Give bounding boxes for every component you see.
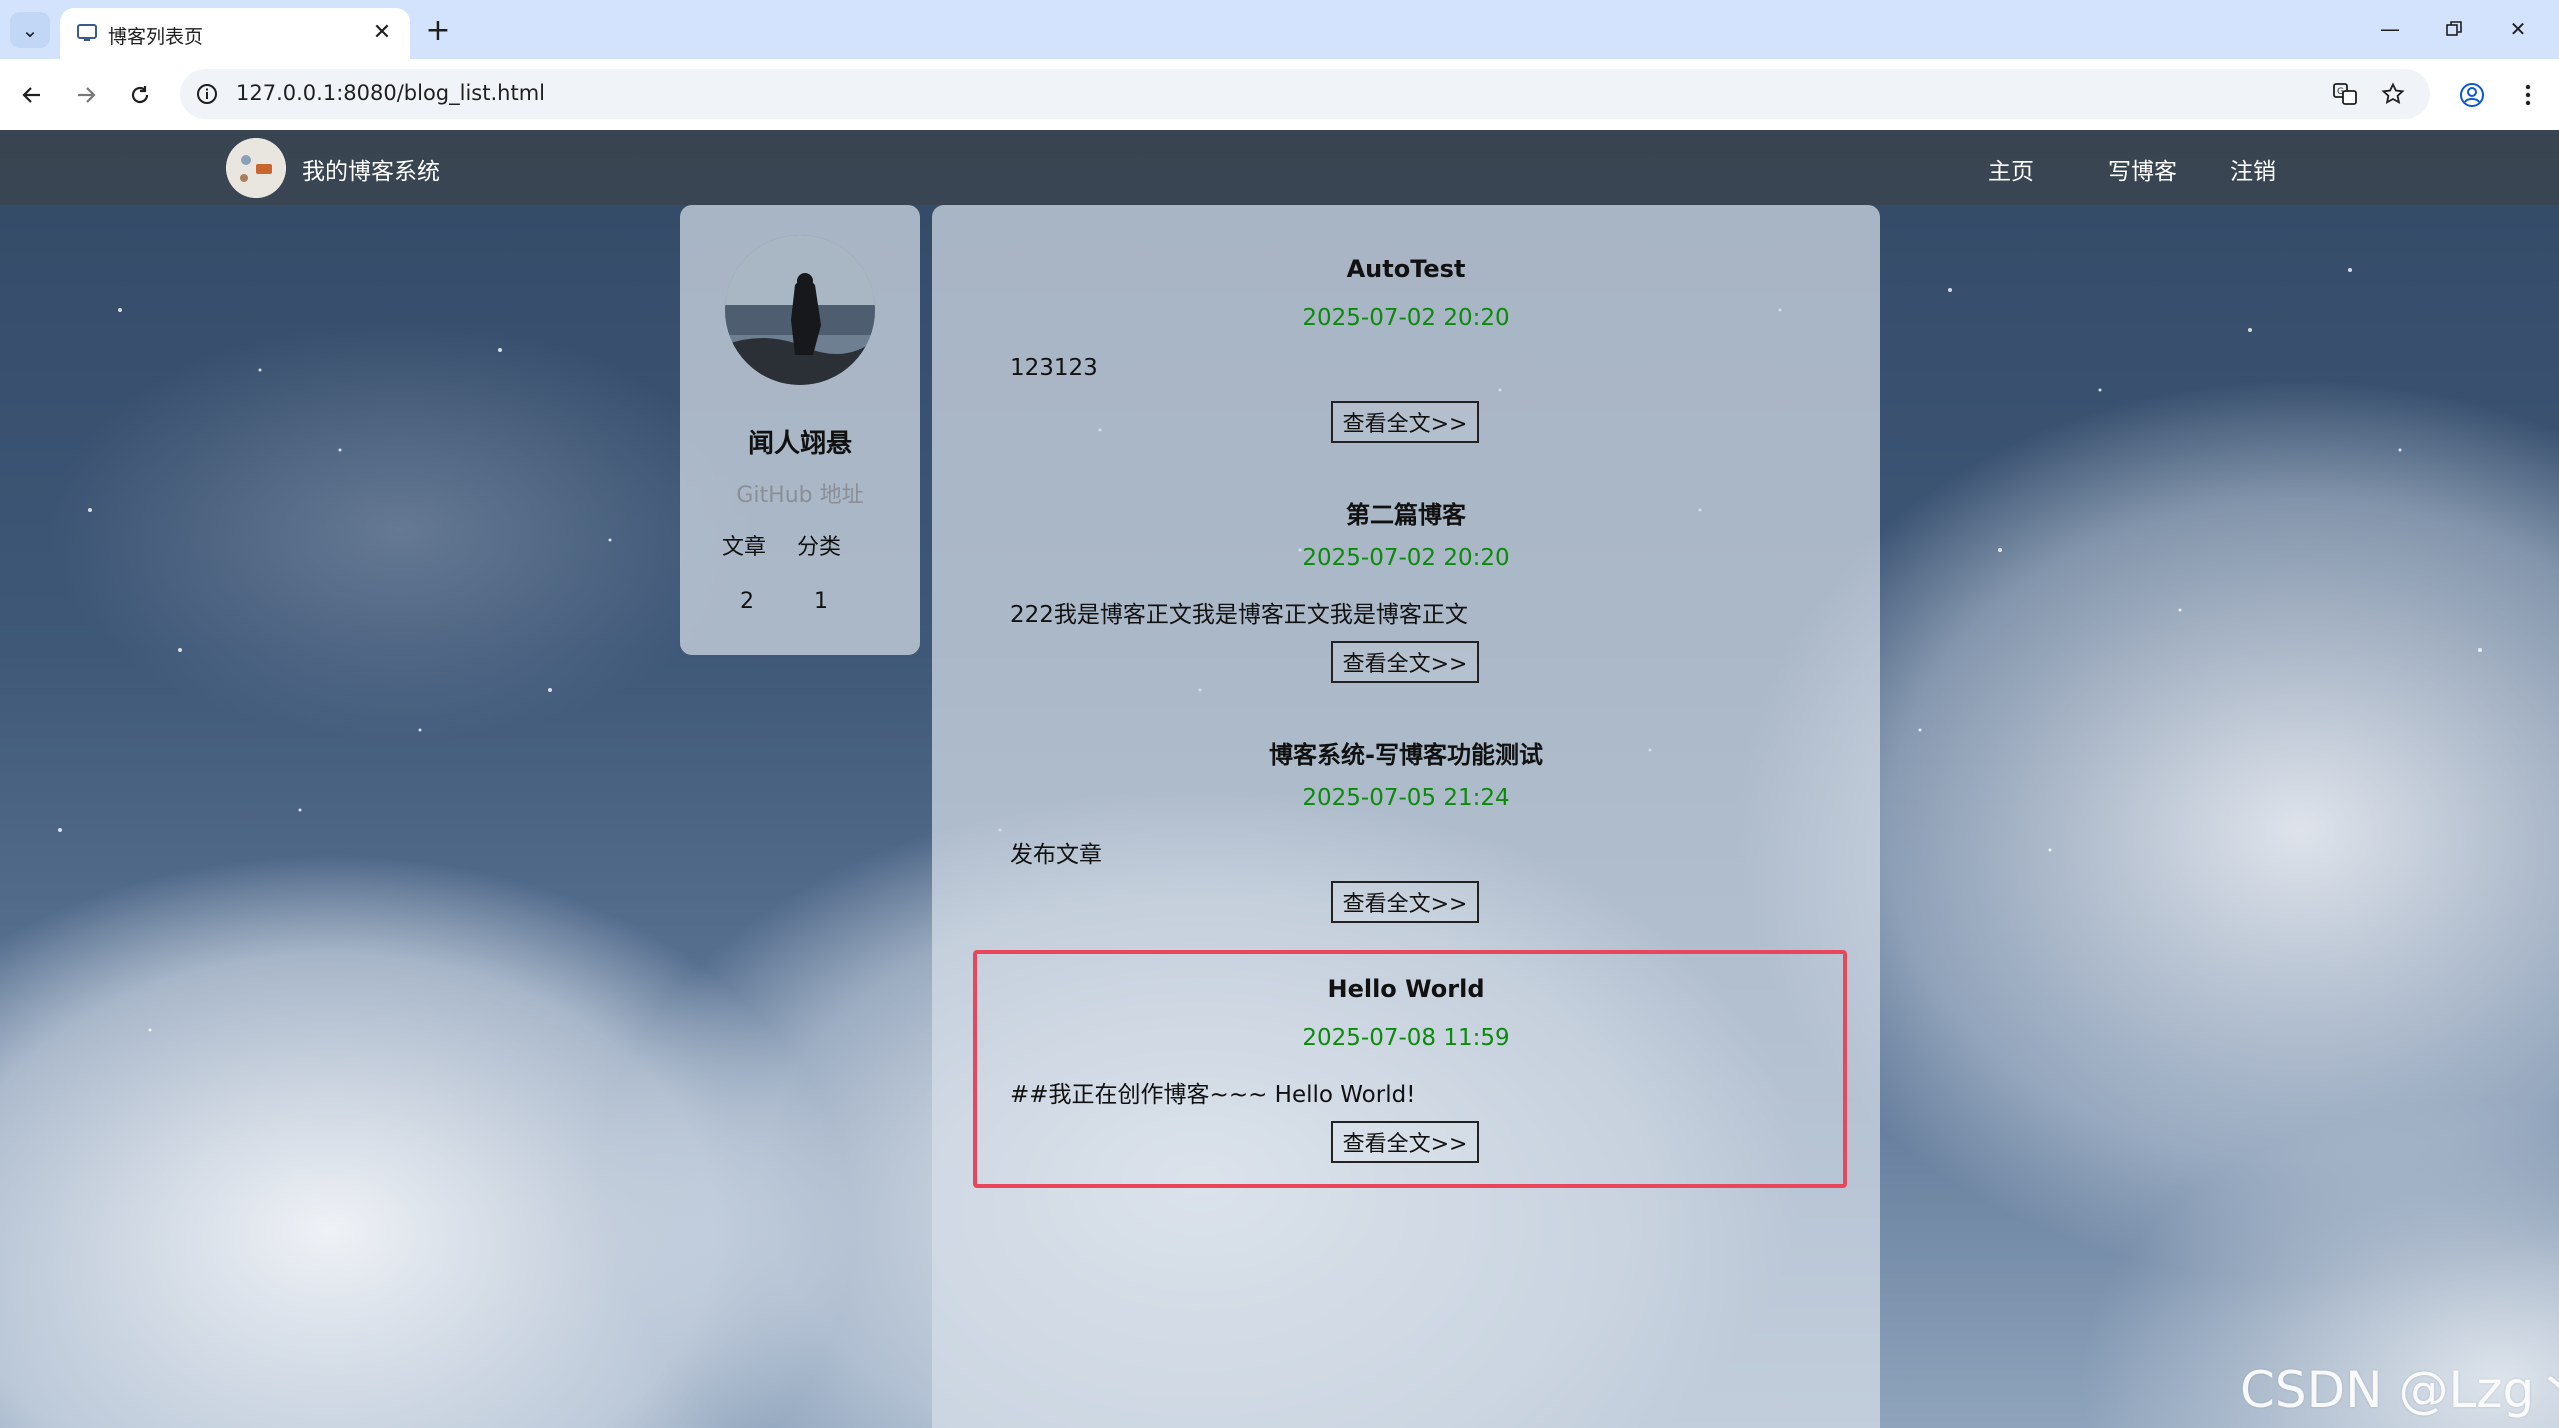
profile-icon[interactable] [2452,75,2492,115]
stat-value-articles: 2 [740,589,754,614]
blog-item: 博客系统-写博客功能测试 2025-07-05 21:24 发布文章 查看全文>… [932,735,1880,975]
url-text: 127.0.0.1:8080/blog_list.html [236,81,545,105]
back-icon[interactable] [12,75,52,115]
svg-text:G: G [2337,87,2344,97]
blog-summary: 222我是博客正文我是博客正文我是博客正文 [1010,602,1468,628]
blog-date: 2025-07-02 20:20 [1302,545,1510,571]
stat-label-categories: 分类 [797,535,842,560]
page-viewport: 我的博客系统 主页 写博客 注销 闻人翊悬 GitHub 地址 文章 分类 2 … [0,130,2559,1428]
forward-icon[interactable] [66,75,106,115]
blog-title: 博客系统-写博客功能测试 [1269,741,1543,769]
nav-write-blog-link[interactable]: 写博客 [2108,152,2177,186]
tab-title: 博客列表页 [108,26,204,48]
close-tab-icon[interactable]: ✕ [368,18,396,46]
blog-item: 第二篇博客 2025-07-02 20:20 222我是博客正文我是博客正文我是… [932,495,1880,735]
minimize-icon[interactable]: — [2370,10,2410,48]
stat-label-articles: 文章 [722,535,767,560]
blog-title: 第二篇博客 [1346,501,1466,529]
browser-toolbar: 127.0.0.1:8080/blog_list.html G [0,59,2559,131]
site-title: 我的博客系统 [302,159,440,185]
blog-summary: 发布文章 [1010,842,1102,868]
read-more-button[interactable]: 查看全文>> [1331,881,1479,923]
site-info-icon[interactable] [192,79,222,109]
browser-tab-active[interactable]: 博客列表页 ✕ [60,8,410,59]
profile-card: 闻人翊悬 GitHub 地址 文章 分类 2 1 [680,205,920,655]
translate-icon[interactable]: G [2330,79,2360,109]
nav-home-link[interactable]: 主页 [1988,152,2034,186]
restore-icon[interactable] [2434,10,2474,48]
github-link[interactable]: GitHub 地址 [680,477,920,509]
site-logo[interactable] [226,138,286,198]
address-bar[interactable]: 127.0.0.1:8080/blog_list.html G [180,69,2430,119]
bookmark-star-icon[interactable] [2378,79,2408,109]
browser-tab-bar: ⌄ 博客列表页 ✕ + — ✕ [0,0,2559,59]
csdn-watermark: CSDN @Lzg丶 [2240,1361,2559,1419]
more-menu-icon[interactable] [2508,75,2548,115]
read-more-button[interactable]: 查看全文>> [1331,641,1479,683]
avatar [725,235,875,385]
blog-list-panel: AutoTest 2025-07-02 20:20 123123 查看全文>> … [932,205,1880,1428]
read-more-button[interactable]: 查看全文>> [1331,401,1479,443]
blog-date: 2025-07-02 20:20 [1302,305,1510,331]
blog-title: AutoTest [1346,255,1466,283]
profile-username: 闻人翊悬 [747,429,852,459]
page-favicon-icon [77,24,97,41]
new-tab-button[interactable]: + [420,12,456,48]
tab-search-button[interactable]: ⌄ [10,12,50,48]
nav-logout-link[interactable]: 注销 [2230,152,2276,186]
blog-item: AutoTest 2025-07-02 20:20 123123 查看全文>> [932,255,1880,495]
reload-icon[interactable] [120,75,160,115]
close-window-icon[interactable]: ✕ [2498,10,2538,48]
highlight-annotation-box [973,950,1847,1188]
blog-date: 2025-07-05 21:24 [1302,785,1510,811]
site-navbar: 我的博客系统 主页 写博客 注销 [0,130,2559,205]
chevron-down-icon: ⌄ [21,18,39,42]
stat-value-categories: 1 [814,589,828,614]
blog-summary: 123123 [1010,355,1098,381]
